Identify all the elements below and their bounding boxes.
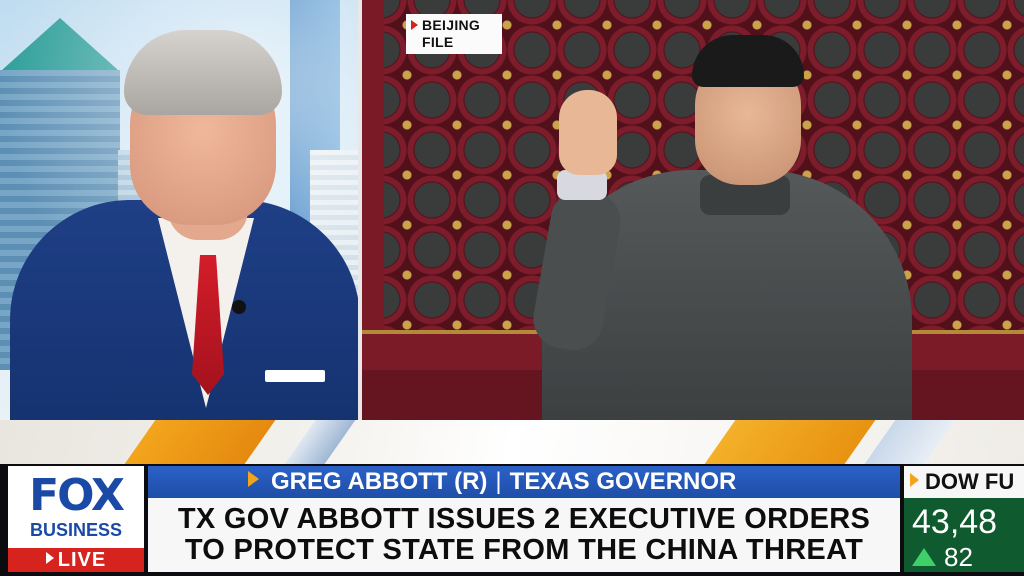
figure-hair [692,35,804,87]
file-footage-panel: BEIJING FILE [362,0,1024,420]
ticker-symbol: DOW FU [925,469,1015,494]
live-badge: LIVE [8,548,144,572]
headline-line-1: TX GOV ABBOTT ISSUES 2 EXECUTIVE ORDERS [177,503,871,535]
play-arrow-icon [411,20,418,30]
ticker-value: 43,48 [912,503,998,541]
market-ticker: DOW FU 43,48 82 [904,466,1024,572]
network-logo: FOX BUSINESS LIVE [8,466,144,572]
guest-hair [124,30,282,115]
headline-banner: TX GOV ABBOTT ISSUES 2 EXECUTIVE ORDERS … [148,498,900,572]
lapel-mic-icon [232,300,246,314]
file-tag-label: FILE [422,34,454,50]
file-footage-tag: BEIJING FILE [406,14,502,54]
network-logo-subtitle: BUSINESS [29,520,123,540]
speaker-name: GREG ABBOTT (R) [271,468,488,495]
speaker-title: TEXAS GOVERNOR [509,468,737,495]
swoosh-stripe [124,420,276,464]
ticker-label: DOW FU [904,466,1024,498]
headline-line-2: TO PROTECT STATE FROM THE CHINA THREAT [184,534,864,566]
pocket-square [265,370,325,382]
ticker-change: 82 [912,542,973,572]
swoosh-stripe [704,420,876,464]
swoosh-stripe [864,420,956,464]
network-logo-wordmark: FOX [29,470,125,521]
guest-video-panel [0,0,358,420]
swoosh-stripe [284,420,356,464]
speaker-name-bar: GREG ABBOTT (R) | TEXAS GOVERNOR [148,466,900,498]
play-arrow-icon [45,552,54,564]
up-arrow-icon [912,548,936,566]
ticker-change-value: 82 [944,542,973,572]
lower-third: FOX BUSINESS LIVE GREG ABBOTT (R) | TEXAS … [0,420,1024,576]
play-arrow-icon [910,473,919,487]
live-label: LIVE [57,549,107,571]
file-tag-location: BEIJING [422,17,481,33]
play-arrow-icon [248,471,259,487]
figure-waving-hand [559,90,617,175]
name-separator: | [495,468,502,495]
decorative-swoosh-bar [0,420,1024,464]
